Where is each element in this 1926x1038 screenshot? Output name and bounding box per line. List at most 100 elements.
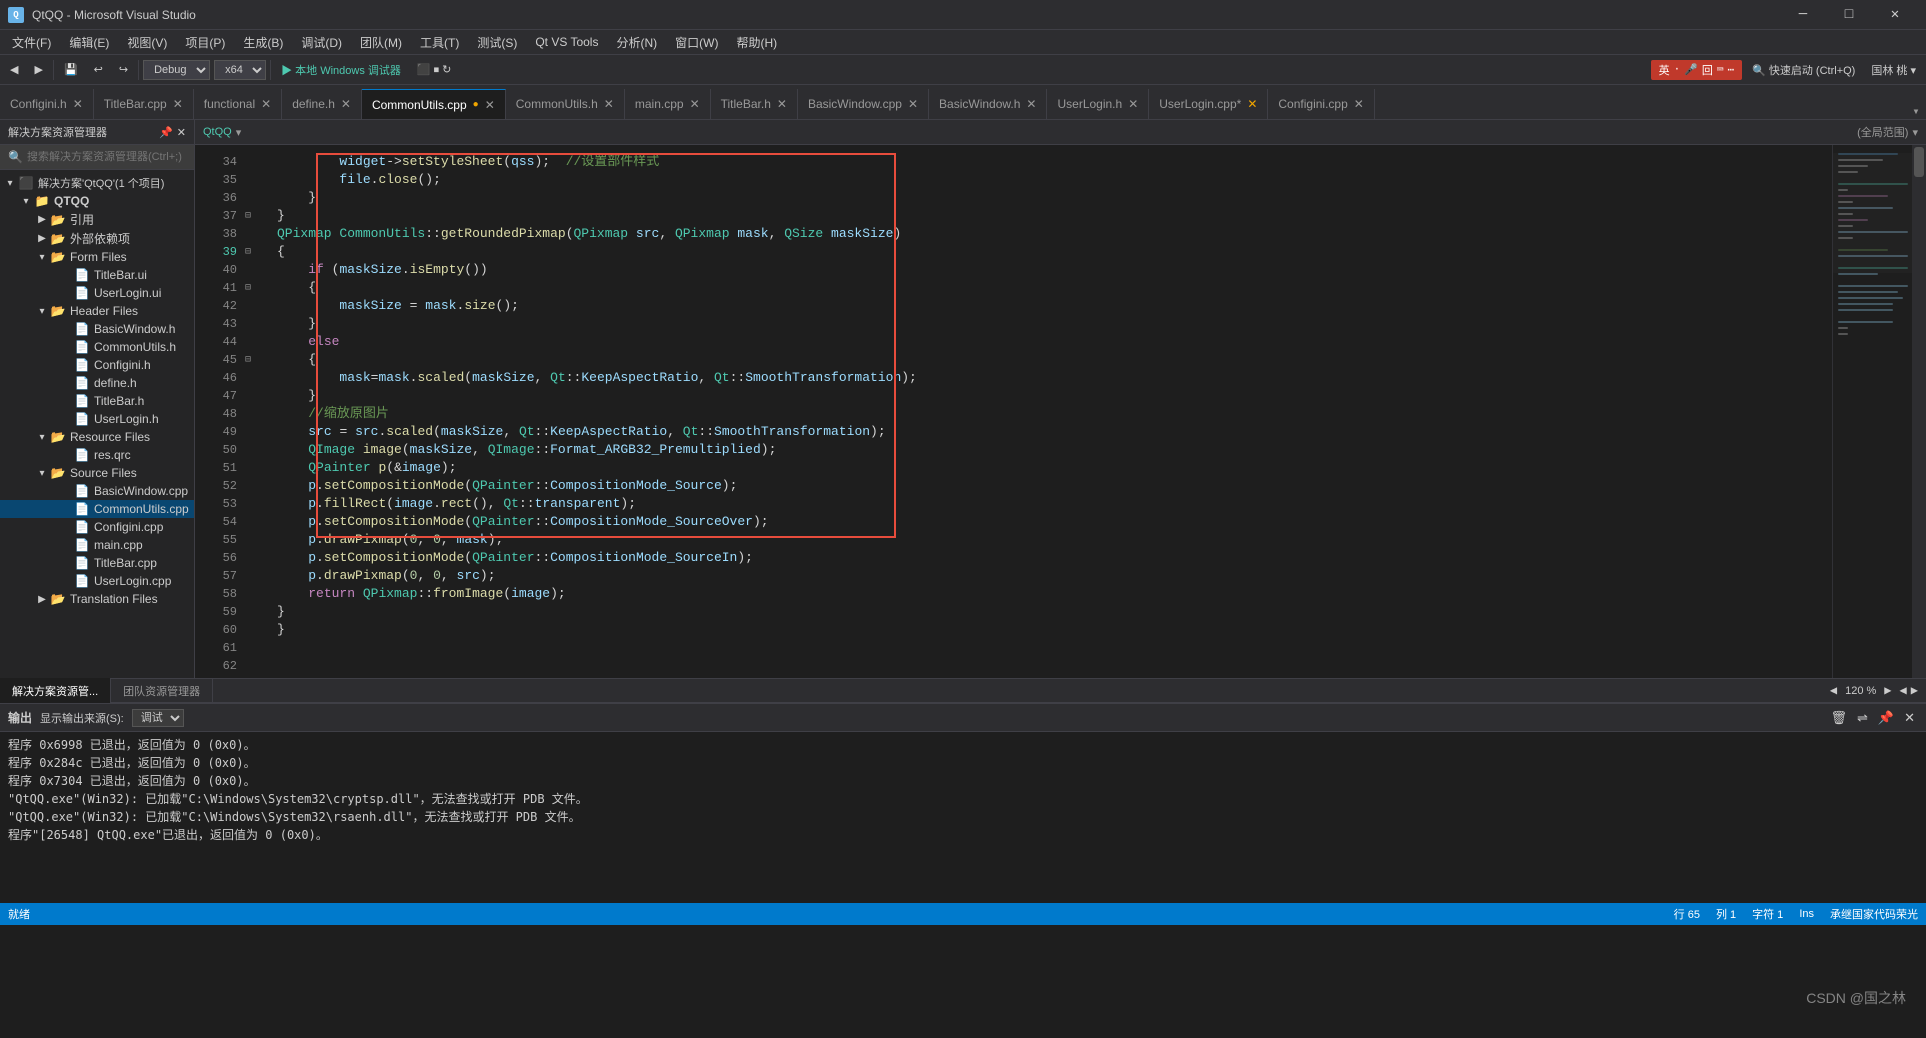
menu-view[interactable]: 视图(V) xyxy=(119,32,175,53)
tab-commonutils-h[interactable]: CommonUtils.h ✕ xyxy=(506,89,625,119)
tab-main-cpp[interactable]: main.cpp ✕ xyxy=(625,89,711,119)
menu-project[interactable]: 项目(P) xyxy=(177,32,233,53)
bottom-tab-solution[interactable]: 解决方案资源管... xyxy=(0,678,111,703)
tree-userlogin-ui[interactable]: ▶ 📄 UserLogin.ui xyxy=(0,284,194,302)
output-wrap-button[interactable]: ⇌ xyxy=(1854,710,1871,726)
tree-external-deps[interactable]: ▶ 📂 外部依赖项 xyxy=(0,229,194,248)
close-button[interactable]: ✕ xyxy=(1872,0,1918,30)
menu-help[interactable]: 帮助(H) xyxy=(728,32,785,53)
toolbar-redo[interactable]: ↪ xyxy=(113,61,134,78)
tree-configini-h[interactable]: ▶ 📄 Configini.h xyxy=(0,356,194,374)
scroll-nav-left[interactable]: ◀ xyxy=(1900,683,1907,698)
tab-configini-cpp[interactable]: Configini.cpp ✕ xyxy=(1268,89,1374,119)
tab-close-commonutils-cpp[interactable]: ✕ xyxy=(485,98,495,112)
user-name[interactable]: 国林 桃 ▾ xyxy=(1865,60,1922,80)
tab-close-basicwindow-h[interactable]: ✕ xyxy=(1026,97,1036,111)
tab-close-commonutils-h[interactable]: ✕ xyxy=(604,97,614,111)
minimize-button[interactable]: ─ xyxy=(1780,0,1826,30)
menu-analyze[interactable]: 分析(N) xyxy=(608,32,665,53)
run-button[interactable]: ▶ 本地 Windows 调试器 xyxy=(275,60,407,80)
tab-define-h[interactable]: define.h ✕ xyxy=(282,89,362,119)
tab-close-configini-h[interactable]: ✕ xyxy=(73,97,83,111)
tree-userlogin-h[interactable]: ▶ 📄 UserLogin.h xyxy=(0,410,194,428)
tab-close-define-h[interactable]: ✕ xyxy=(341,97,351,111)
tree-translation-files[interactable]: ▶ 📂 Translation Files xyxy=(0,590,194,608)
menu-qt[interactable]: Qt VS Tools xyxy=(527,33,606,51)
tree-commonutils-h[interactable]: ▶ 📄 CommonUtils.h xyxy=(0,338,194,356)
vertical-scrollbar[interactable] xyxy=(1912,145,1926,678)
tab-close-configini-cpp[interactable]: ✕ xyxy=(1354,97,1364,111)
tree-resource-files[interactable]: ▾ 📂 Resource Files xyxy=(0,428,194,446)
tab-close-titlebar-cpp[interactable]: ✕ xyxy=(173,97,183,111)
tree-source-files[interactable]: ▾ 📂 Source Files xyxy=(0,464,194,482)
toolbar-icons[interactable]: ⬛ ⏹ ↻ xyxy=(411,61,458,79)
scope-dropdown[interactable]: ▾ xyxy=(1912,126,1918,139)
menu-debug[interactable]: 调试(D) xyxy=(293,32,350,53)
zoom-out-button[interactable]: ◀ xyxy=(1826,683,1841,698)
maximize-button[interactable]: □ xyxy=(1826,0,1872,30)
tab-close-main-cpp[interactable]: ✕ xyxy=(690,97,700,111)
tree-project[interactable]: ▾ 📁 QTQQ xyxy=(0,192,194,210)
tab-userlogin-h[interactable]: UserLogin.h ✕ xyxy=(1047,89,1149,119)
toolbar-undo[interactable]: ↩ xyxy=(88,61,109,78)
tree-userlogin-cpp[interactable]: ▶ 📄 UserLogin.cpp xyxy=(0,572,194,590)
tree-configini-cpp[interactable]: ▶ 📄 Configini.cpp xyxy=(0,518,194,536)
solution-search-input[interactable] xyxy=(27,151,186,163)
toolbar-back[interactable]: ◀ xyxy=(4,61,24,78)
platform-dropdown[interactable]: x64 xyxy=(214,60,266,80)
toolbar-forward[interactable]: ▶ xyxy=(28,61,48,78)
tab-overflow-button[interactable]: ▾ xyxy=(1906,104,1926,119)
menu-edit[interactable]: 编辑(E) xyxy=(61,32,117,53)
menu-team[interactable]: 团队(M) xyxy=(352,32,410,53)
tree-commonutils-cpp[interactable]: ▶ 📄 CommonUtils.cpp xyxy=(0,500,194,518)
bottom-tab-team[interactable]: 团队资源管理器 xyxy=(111,678,213,703)
menu-window[interactable]: 窗口(W) xyxy=(667,32,726,53)
tree-header-files[interactable]: ▾ 📂 Header Files xyxy=(0,302,194,320)
tab-close-basicwindow-cpp[interactable]: ✕ xyxy=(908,97,918,111)
sougou-input-bar[interactable]: 英·🎤回⌨⋯ xyxy=(1651,60,1743,80)
tab-close-functional[interactable]: ✕ xyxy=(261,97,271,111)
tab-commonutils-cpp[interactable]: CommonUtils.cpp ● ✕ xyxy=(362,89,506,119)
debug-config-dropdown[interactable]: Debug xyxy=(143,60,210,80)
quick-search[interactable]: 🔍 快速启动 (Ctrl+Q) xyxy=(1746,60,1861,80)
menu-build[interactable]: 生成(B) xyxy=(235,32,291,53)
tree-res-qrc[interactable]: ▶ 📄 res.qrc xyxy=(0,446,194,464)
tab-functional[interactable]: functional ✕ xyxy=(194,89,282,119)
tab-close-userlogin-h[interactable]: ✕ xyxy=(1128,97,1138,111)
tree-label: TitleBar.h xyxy=(94,394,144,408)
tab-configini-h[interactable]: Configini.h ✕ xyxy=(0,89,94,119)
tree-references[interactable]: ▶ 📂 引用 xyxy=(0,210,194,229)
output-source-dropdown[interactable]: 调试 xyxy=(132,709,184,727)
scroll-nav-right[interactable]: ▶ xyxy=(1911,683,1918,698)
tab-titlebar-cpp[interactable]: TitleBar.cpp ✕ xyxy=(94,89,194,119)
output-clear-button[interactable]: 🗑 xyxy=(1827,710,1850,726)
tab-userlogin-cpp[interactable]: UserLogin.cpp* ✕ xyxy=(1149,89,1268,119)
tree-form-files[interactable]: ▾ 📂 Form Files xyxy=(0,248,194,266)
editor-content[interactable]: 34 35 36 37 38 39 40 41 42 43 44 45 46 4… xyxy=(195,145,1926,678)
tab-close-userlogin-cpp[interactable]: ✕ xyxy=(1247,97,1257,111)
close-panel-icon[interactable]: ✕ xyxy=(177,126,186,139)
tree-basicwindow-cpp[interactable]: ▶ 📄 BasicWindow.cpp xyxy=(0,482,194,500)
tree-project-label: QTQQ xyxy=(54,194,89,208)
code-body[interactable]: widget->setStyleSheet(qss); //设置部件样式 fil… xyxy=(261,145,1832,678)
menu-file[interactable]: 文件(F) xyxy=(4,32,59,53)
tree-titlebar-h[interactable]: ▶ 📄 TitleBar.h xyxy=(0,392,194,410)
tree-titlebar-ui[interactable]: ▶ 📄 TitleBar.ui xyxy=(0,266,194,284)
tab-basicwindow-cpp[interactable]: BasicWindow.cpp ✕ xyxy=(798,89,929,119)
tree-solution-root[interactable]: ▾ ⬛ 解决方案'QtQQ'(1 个项目) xyxy=(0,174,194,192)
output-pin-button[interactable]: 📌 xyxy=(1875,710,1897,726)
pin-icon[interactable]: 📌 xyxy=(159,126,173,139)
tree-basicwindow-h[interactable]: ▶ 📄 BasicWindow.h xyxy=(0,320,194,338)
tree-define-h[interactable]: ▶ 📄 define.h xyxy=(0,374,194,392)
tab-basicwindow-h[interactable]: BasicWindow.h ✕ xyxy=(929,89,1047,119)
tree-titlebar-cpp[interactable]: ▶ 📄 TitleBar.cpp xyxy=(0,554,194,572)
toolbar-save[interactable]: 💾 xyxy=(58,61,84,78)
menu-test[interactable]: 测试(S) xyxy=(469,32,525,53)
zoom-in-button[interactable]: ▶ xyxy=(1880,683,1895,698)
menu-tools[interactable]: 工具(T) xyxy=(412,32,467,53)
tab-titlebar-h[interactable]: TitleBar.h ✕ xyxy=(711,89,798,119)
output-close-button[interactable]: ✕ xyxy=(1901,710,1918,726)
tab-close-titlebar-h[interactable]: ✕ xyxy=(777,97,787,111)
file-icon: 📄 xyxy=(74,573,90,589)
tree-main-cpp[interactable]: ▶ 📄 main.cpp xyxy=(0,536,194,554)
